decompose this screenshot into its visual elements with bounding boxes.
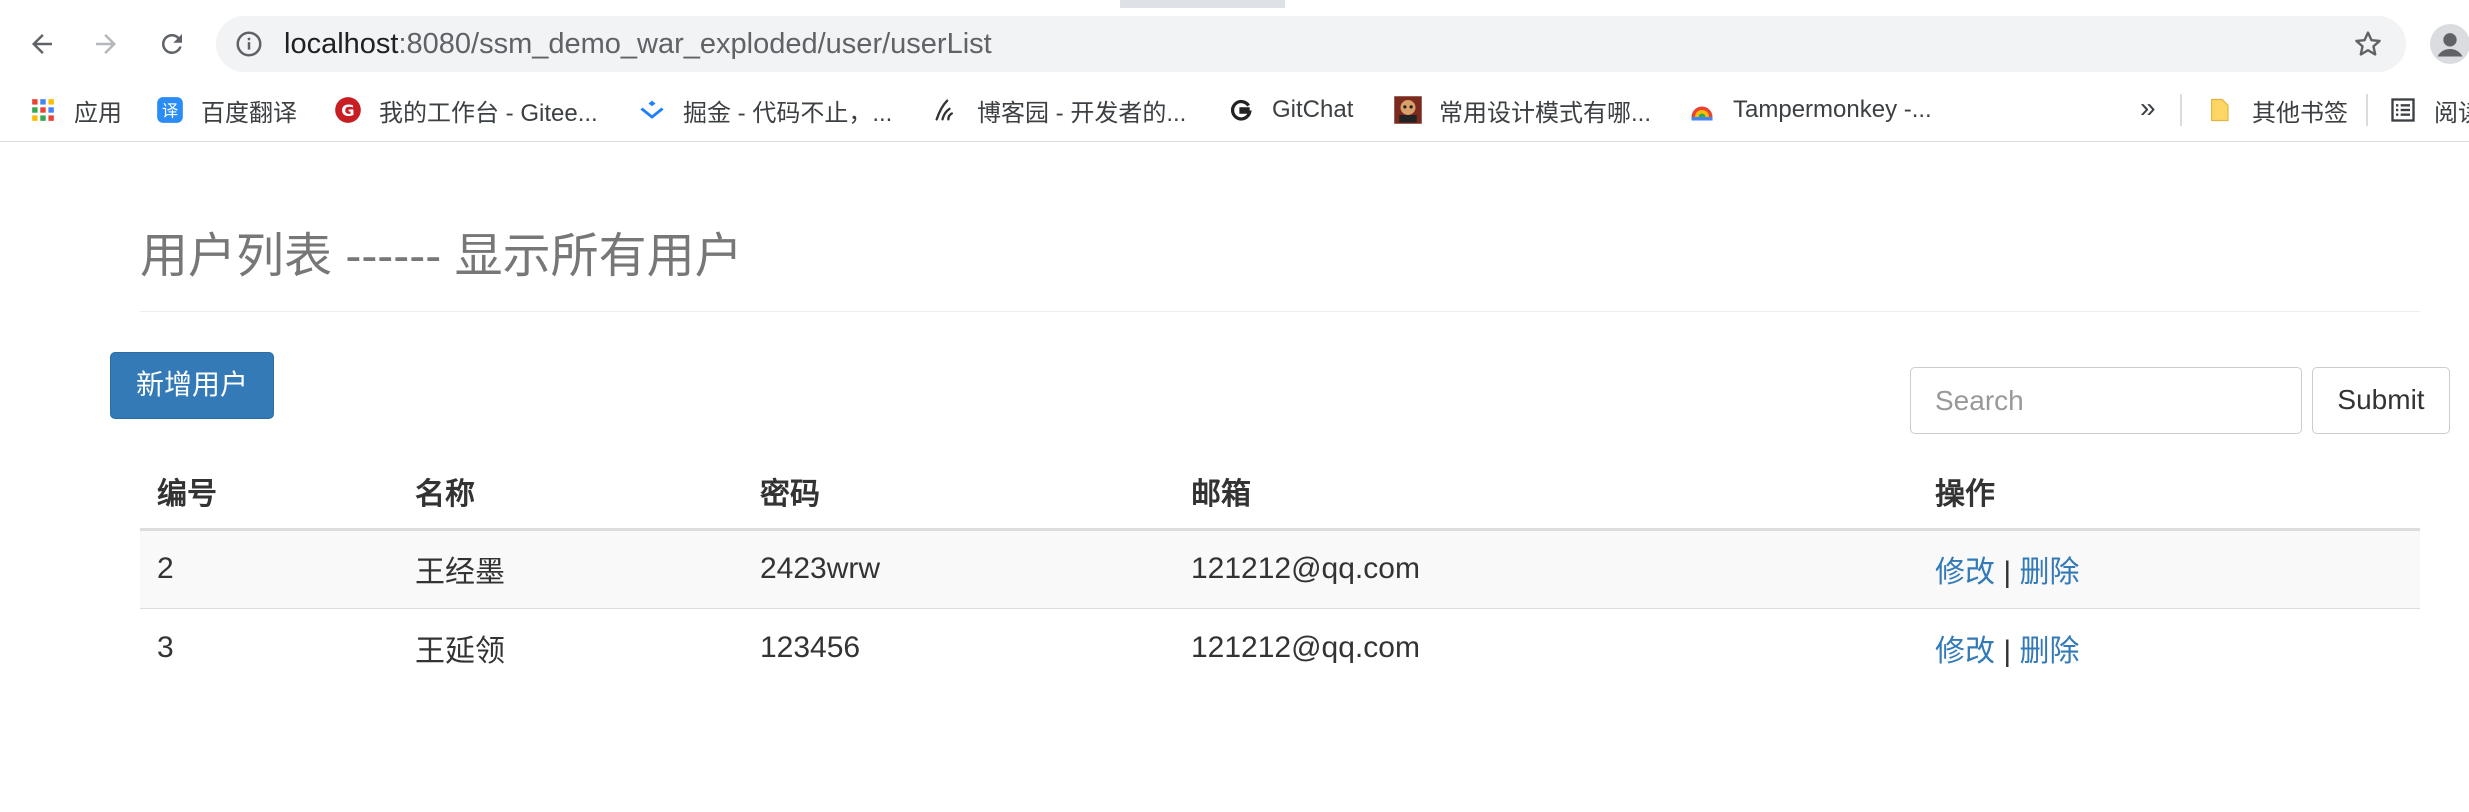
delete-link[interactable]: 删除 xyxy=(2019,635,2079,668)
cnblogs-icon xyxy=(931,95,961,125)
tab-strip xyxy=(0,0,2469,8)
action-separator: | xyxy=(2003,634,2012,668)
more-bookmarks-button[interactable]: » xyxy=(2140,78,2156,142)
page-header: 用户列表 ------ 显示所有用户 xyxy=(140,200,2420,312)
bookmark-label: 掘金 - 代码不止，... xyxy=(683,99,893,127)
bookmark-label: 常用设计模式有哪... xyxy=(1439,99,1652,127)
gitchat-icon xyxy=(1226,95,1256,125)
edit-link[interactable]: 修改 xyxy=(1935,556,1995,589)
header-email: 邮箱 xyxy=(1174,455,1918,531)
user-table: 编号 名称 密码 邮箱 操作 2 王经墨 2423wrw 121212@qq.c… xyxy=(140,455,2420,687)
reading-list-label: 阅读 xyxy=(2434,99,2469,127)
cell-id: 2 xyxy=(140,529,398,609)
cell-password: 2423wrw xyxy=(743,529,1174,609)
apps-grid-icon xyxy=(28,95,58,125)
baidu-translate-icon: 译 xyxy=(155,95,185,125)
bookmark-label: 我的工作台 - Gitee... xyxy=(379,99,598,127)
add-user-button[interactable]: 新增用户 xyxy=(110,352,274,419)
gitee-icon: G xyxy=(333,95,363,125)
bookmark-gitee[interactable]: G 我的工作台 - Gitee... xyxy=(333,78,598,142)
cell-name: 王延领 xyxy=(415,634,505,668)
bookmark-gitchat[interactable]: GitChat xyxy=(1226,78,1353,142)
cell-actions: 修改 | 删除 xyxy=(1918,608,2420,687)
juejin-icon xyxy=(637,95,667,125)
url-host: localhost xyxy=(284,28,399,60)
bookmark-label: 应用 xyxy=(74,99,122,127)
bookmark-label: GitChat xyxy=(1272,96,1354,123)
edit-link[interactable]: 修改 xyxy=(1935,635,1995,668)
star-icon[interactable] xyxy=(2352,28,2384,60)
svg-text:G: G xyxy=(341,101,354,120)
header-id: 编号 xyxy=(140,455,398,531)
address-bar[interactable]: localhost:8080/ssm_demo_war_exploded/use… xyxy=(216,16,2406,72)
bookmark-label: Tampermonkey -... xyxy=(1733,96,1932,123)
header-name: 名称 xyxy=(398,455,743,531)
search-input[interactable] xyxy=(1910,367,2302,434)
url-text[interactable]: localhost:8080/ssm_demo_war_exploded/use… xyxy=(284,16,992,72)
bookmark-design-patterns[interactable]: 常用设计模式有哪... xyxy=(1393,78,1651,142)
bookmark-baidu-translate[interactable]: 译 百度翻译 xyxy=(155,78,297,142)
bookmark-juejin[interactable]: 掘金 - 代码不止，... xyxy=(637,78,892,142)
cell-name: 王经墨 xyxy=(398,529,743,609)
folder-icon xyxy=(2206,95,2236,125)
bookmark-apps[interactable]: 应用 xyxy=(28,78,122,142)
tampermonkey-icon xyxy=(1687,95,1717,125)
bookmark-divider xyxy=(2180,94,2182,126)
url-path: :8080/ssm_demo_war_exploded/user/userLis… xyxy=(398,28,992,60)
bookmarks-bar: 应用 译 百度翻译 G 我的工作台 - Gitee... 掘金 - 代码不止，.… xyxy=(0,78,2469,142)
delete-link[interactable]: 删除 xyxy=(2019,556,2079,589)
profile-icon[interactable] xyxy=(2430,24,2469,64)
bookmark-label: 博客园 - 开发者的... xyxy=(977,99,1187,127)
table-header-row: 编号 名称 密码 邮箱 操作 xyxy=(140,455,2420,531)
bookmark-other[interactable]: 其他书签 xyxy=(2206,78,2348,142)
cell-email: 121212@qq.com xyxy=(1174,529,1918,609)
cell-email: 121212@qq.com xyxy=(1191,630,1420,664)
reading-list-icon xyxy=(2388,95,2418,125)
header-actions: 操作 xyxy=(1918,455,2420,531)
cell-actions: 修改 | 删除 xyxy=(1918,529,2420,609)
submit-button[interactable]: Submit xyxy=(2312,367,2450,434)
info-icon[interactable] xyxy=(234,29,264,59)
bookmark-label: 百度翻译 xyxy=(201,99,297,127)
header-password: 密码 xyxy=(743,455,1174,531)
svg-text:译: 译 xyxy=(162,101,178,120)
bookmark-tampermonkey[interactable]: Tampermonkey -... xyxy=(1687,78,1932,142)
bookmark-divider xyxy=(2366,94,2368,126)
browser-toolbar: localhost:8080/ssm_demo_war_exploded/use… xyxy=(0,8,2469,78)
cell-id: 3 xyxy=(157,630,174,664)
back-arrow-icon[interactable] xyxy=(20,22,64,66)
action-separator: | xyxy=(2003,556,2012,589)
forward-arrow-icon[interactable] xyxy=(84,22,128,66)
site-avatar-icon xyxy=(1393,95,1423,125)
cell-password: 123456 xyxy=(760,630,861,664)
bookmark-label: 其他书签 xyxy=(2252,99,2348,127)
table-row: 2 王经墨 2423wrw 121212@qq.com 修改 | 删除 xyxy=(140,529,2420,609)
bookmark-cnblogs[interactable]: 博客园 - 开发者的... xyxy=(931,78,1186,142)
page-title: 用户列表 ------ 显示所有用户 xyxy=(140,230,743,283)
reload-icon[interactable] xyxy=(150,22,194,66)
table-row: 3 王延领 123456 121212@qq.com 修改 | 删除 xyxy=(140,608,2420,687)
reading-list[interactable]: 阅读 xyxy=(2388,78,2469,142)
